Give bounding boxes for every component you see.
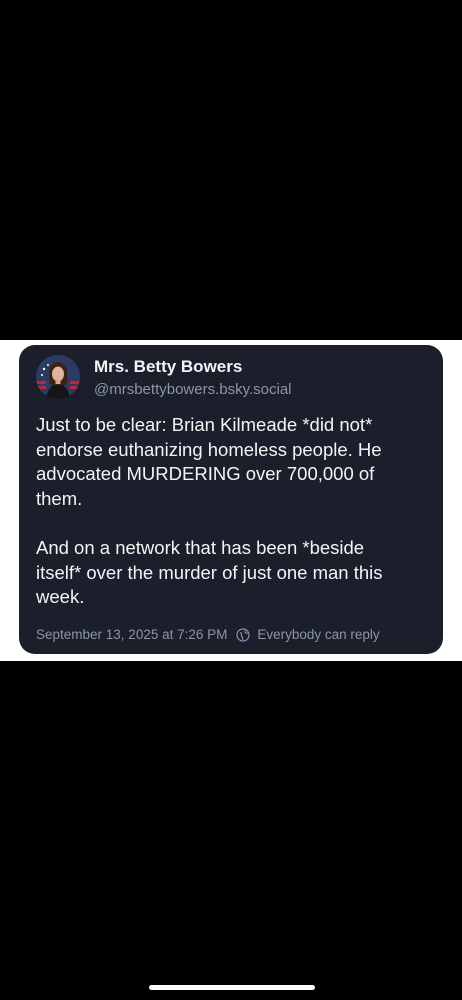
post-timestamp[interactable]: September 13, 2025 at 7:26 PM (36, 627, 227, 642)
author-handle[interactable]: @mrsbettybowers.bsky.social (94, 381, 292, 398)
profile-photo-icon (36, 355, 80, 399)
post-card[interactable]: Mrs. Betty Bowers @mrsbettybowers.bsky.s… (19, 345, 443, 654)
post-paragraph-1: Just to be clear: Brian Kilmeade *did no… (36, 414, 382, 509)
post-paragraph-2: And on a network that has been *beside i… (36, 536, 383, 608)
globe-icon (236, 627, 250, 642)
reply-setting-label: Everybody can reply (257, 627, 380, 642)
author-display-name[interactable]: Mrs. Betty Bowers (94, 357, 242, 377)
screen-background-top (0, 0, 462, 340)
post-meta: September 13, 2025 at 7:26 PM Everybody … (36, 627, 380, 642)
home-indicator[interactable] (149, 985, 315, 990)
avatar[interactable] (36, 355, 80, 399)
post-body: Just to be clear: Brian Kilmeade *did no… (36, 413, 436, 610)
